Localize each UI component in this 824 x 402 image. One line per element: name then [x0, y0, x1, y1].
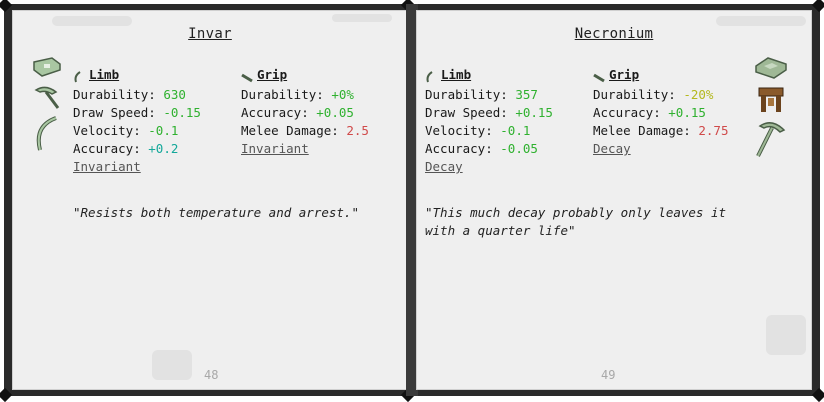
page-title: Necronium [574, 26, 654, 42]
stat-row: Melee Damage: 2.5 [241, 123, 369, 138]
page-number: 49 [601, 368, 616, 382]
stat-row: Draw Speed: +0.15 [425, 105, 553, 120]
pickaxe-head-icon [34, 86, 60, 109]
crafting-table-icon [758, 87, 784, 112]
limb-icon [73, 70, 83, 83]
tool-rod-icon [33, 57, 61, 77]
stat-row: Accuracy: -0.05 [425, 141, 538, 156]
trait-link[interactable]: Invariant [73, 158, 201, 176]
trait-link[interactable]: Decay [593, 140, 728, 158]
material-icons [754, 56, 788, 158]
stat-row: Accuracy: +0.2 [73, 141, 179, 156]
trait-link[interactable]: Decay [425, 158, 553, 176]
page-title: Invar [188, 26, 232, 42]
stat-row: Accuracy: +0.15 [593, 105, 706, 120]
limb-stats: Limb Durability: 357 Draw Speed: +0.15 V… [425, 66, 553, 176]
grip-icon [593, 70, 605, 83]
right-page: Necronium Limb Durability: 357 Draw Spee… [416, 10, 812, 390]
stat-row: Accuracy: +0.05 [241, 105, 354, 120]
stat-row: Durability: 630 [73, 87, 186, 102]
grip-header: Grip [593, 66, 728, 84]
page-number: 48 [204, 368, 219, 382]
material-icons [32, 56, 62, 152]
stat-row: Durability: 357 [425, 87, 538, 102]
left-page: Invar Limb Durability: 630 Draw Speed: -… [12, 10, 408, 390]
flavor-quote: "This much decay probably only leaves it… [425, 205, 727, 238]
grip-stats: Grip Durability: -20% Accuracy: +0.15 Me… [593, 66, 728, 158]
limb-header: Limb [425, 66, 553, 84]
stat-row: Durability: +0% [241, 87, 354, 102]
limb-header: Limb [73, 66, 201, 84]
bow-limb-icon [36, 116, 57, 151]
grip-icon [241, 70, 253, 83]
stat-row: Velocity: -0.1 [73, 123, 179, 138]
limb-stats: Limb Durability: 630 Draw Speed: -0.15 V… [73, 66, 201, 176]
grip-header: Grip [241, 66, 369, 84]
stat-row: Draw Speed: -0.15 [73, 105, 201, 120]
ingot-icon [755, 57, 787, 79]
trait-link[interactable]: Invariant [241, 140, 369, 158]
tinkers-book: Invar Limb Durability: 630 Draw Speed: -… [0, 0, 824, 402]
stat-row: Velocity: -0.1 [425, 123, 531, 138]
limb-icon [425, 70, 435, 83]
stat-row: Melee Damage: 2.75 [593, 123, 729, 138]
pickaxe-icon [756, 122, 786, 157]
flavor-quote: "Resists both temperature and arrest." [73, 205, 359, 220]
grip-stats: Grip Durability: +0% Accuracy: +0.05 Mel… [241, 66, 369, 158]
stat-row: Durability: -20% [593, 87, 714, 102]
